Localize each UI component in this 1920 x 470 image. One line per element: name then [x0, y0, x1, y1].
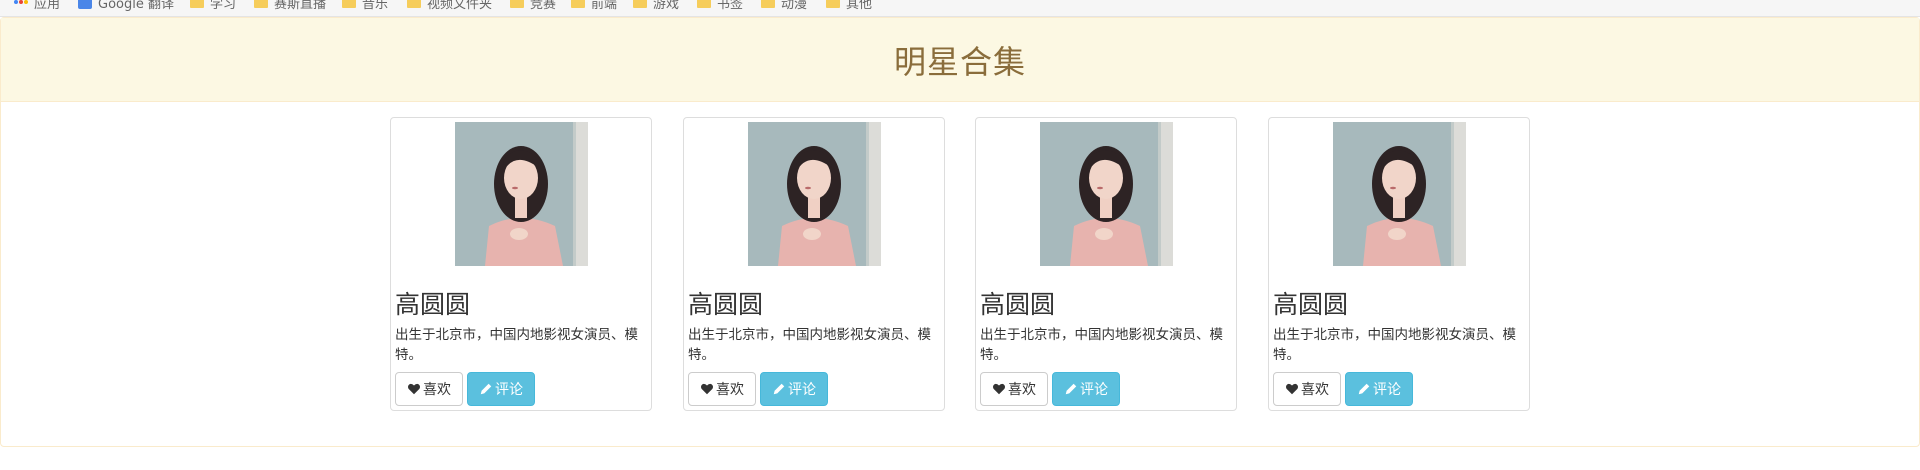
card-name: 高圆圆 — [395, 290, 471, 319]
bookmark-folder[interactable]: 动漫 — [761, 0, 808, 12]
comment-button[interactable]: 评论 — [760, 372, 828, 406]
folder-icon — [697, 0, 711, 8]
bookmark-google-translate[interactable]: Google 翻译 — [78, 0, 174, 12]
pencil-icon — [773, 383, 785, 395]
comment-button[interactable]: 评论 — [467, 372, 535, 406]
bookmark-label: 前端 — [591, 0, 618, 12]
bookmark-label: 赛斯直播 — [274, 0, 327, 12]
apps-icon — [14, 0, 28, 9]
folder-icon — [571, 0, 585, 8]
bookmark-label: 动漫 — [781, 0, 808, 12]
comment-button[interactable]: 评论 — [1345, 372, 1413, 406]
like-button[interactable]: 喜欢 — [980, 372, 1048, 406]
comment-label: 评论 — [1373, 382, 1401, 398]
like-button[interactable]: 喜欢 — [688, 372, 756, 406]
heart-icon — [407, 383, 421, 395]
panel-title: 明星合集 — [893, 42, 1026, 81]
bookmark-label: 学习 — [210, 0, 237, 12]
bookmark-folder[interactable]: 竞赛 — [510, 0, 557, 12]
bookmark-apps[interactable]: 应用 — [14, 0, 61, 12]
bookmark-folder[interactable]: 前端 — [571, 0, 618, 12]
like-button[interactable]: 喜欢 — [395, 372, 463, 406]
pencil-icon — [480, 383, 492, 395]
celebrity-panel: 明星合集 — [0, 17, 1920, 447]
heart-icon — [992, 383, 1006, 395]
bookmark-label: 视频文件夹 — [427, 0, 493, 12]
bookmark-folder[interactable]: 视频文件夹 — [407, 0, 493, 12]
folder-icon — [510, 0, 524, 8]
celebrity-photo — [748, 122, 881, 266]
folder-icon — [633, 0, 647, 8]
bookmark-label: 书签 — [717, 0, 744, 12]
like-button[interactable]: 喜欢 — [1273, 372, 1341, 406]
bookmark-label: 应用 — [34, 0, 61, 12]
bookmark-folder[interactable]: 音乐 — [342, 0, 389, 12]
like-label: 喜欢 — [423, 382, 451, 398]
bookmarks-bar: 应用 Google 翻译 学习 赛斯直播 音乐 视频文件夹 竞赛 前端 游戏 书… — [0, 0, 1920, 17]
bookmark-label: 游戏 — [653, 0, 680, 12]
celebrity-card: 高圆圆 出生于北京市，中国内地影视女演员、模特。 喜欢 评论 — [390, 117, 652, 411]
celebrity-card: 高圆圆 出生于北京市，中国内地影视女演员、模特。 喜欢 评论 — [975, 117, 1237, 411]
folder-icon — [190, 0, 204, 8]
like-label: 喜欢 — [1301, 382, 1329, 398]
celebrity-photo — [1040, 122, 1173, 266]
card-name: 高圆圆 — [688, 290, 764, 319]
card-description: 出生于北京市，中国内地影视女演员、模特。 — [688, 327, 931, 363]
comment-label: 评论 — [1080, 382, 1108, 398]
bookmark-folder[interactable]: 其他 — [826, 0, 873, 12]
bookmark-folder[interactable]: 赛斯直播 — [254, 0, 327, 12]
bookmark-folder[interactable]: 学习 — [190, 0, 237, 12]
heart-icon — [1285, 383, 1299, 395]
folder-icon — [826, 0, 840, 8]
bookmark-label: 竞赛 — [530, 0, 557, 12]
celebrity-card: 高圆圆 出生于北京市，中国内地影视女演员、模特。 喜欢 评论 — [683, 117, 945, 411]
card-description: 出生于北京市，中国内地影视女演员、模特。 — [1273, 327, 1516, 363]
folder-icon — [407, 0, 421, 8]
folder-icon — [254, 0, 268, 8]
folder-icon — [761, 0, 775, 8]
bookmark-folder[interactable]: 书签 — [697, 0, 744, 12]
bookmark-label: 其他 — [846, 0, 873, 12]
comment-button[interactable]: 评论 — [1052, 372, 1120, 406]
like-label: 喜欢 — [716, 382, 744, 398]
google-translate-icon — [78, 0, 92, 9]
bookmark-folder[interactable]: 游戏 — [633, 0, 680, 12]
pencil-icon — [1065, 383, 1077, 395]
panel-heading: 明星合集 — [1, 18, 1919, 102]
heart-icon — [700, 383, 714, 395]
bookmark-label: Google 翻译 — [98, 0, 174, 12]
card-name: 高圆圆 — [980, 290, 1056, 319]
celebrity-photo — [1333, 122, 1466, 266]
comment-label: 评论 — [495, 382, 523, 398]
bookmark-label: 音乐 — [362, 0, 389, 12]
pencil-icon — [1358, 383, 1370, 395]
celebrity-card: 高圆圆 出生于北京市，中国内地影视女演员、模特。 喜欢 评论 — [1268, 117, 1530, 411]
card-description: 出生于北京市，中国内地影视女演员、模特。 — [980, 327, 1223, 363]
comment-label: 评论 — [788, 382, 816, 398]
card-name: 高圆圆 — [1273, 290, 1349, 319]
like-label: 喜欢 — [1008, 382, 1036, 398]
celebrity-photo — [455, 122, 588, 266]
folder-icon — [342, 0, 356, 8]
card-description: 出生于北京市，中国内地影视女演员、模特。 — [395, 327, 638, 363]
